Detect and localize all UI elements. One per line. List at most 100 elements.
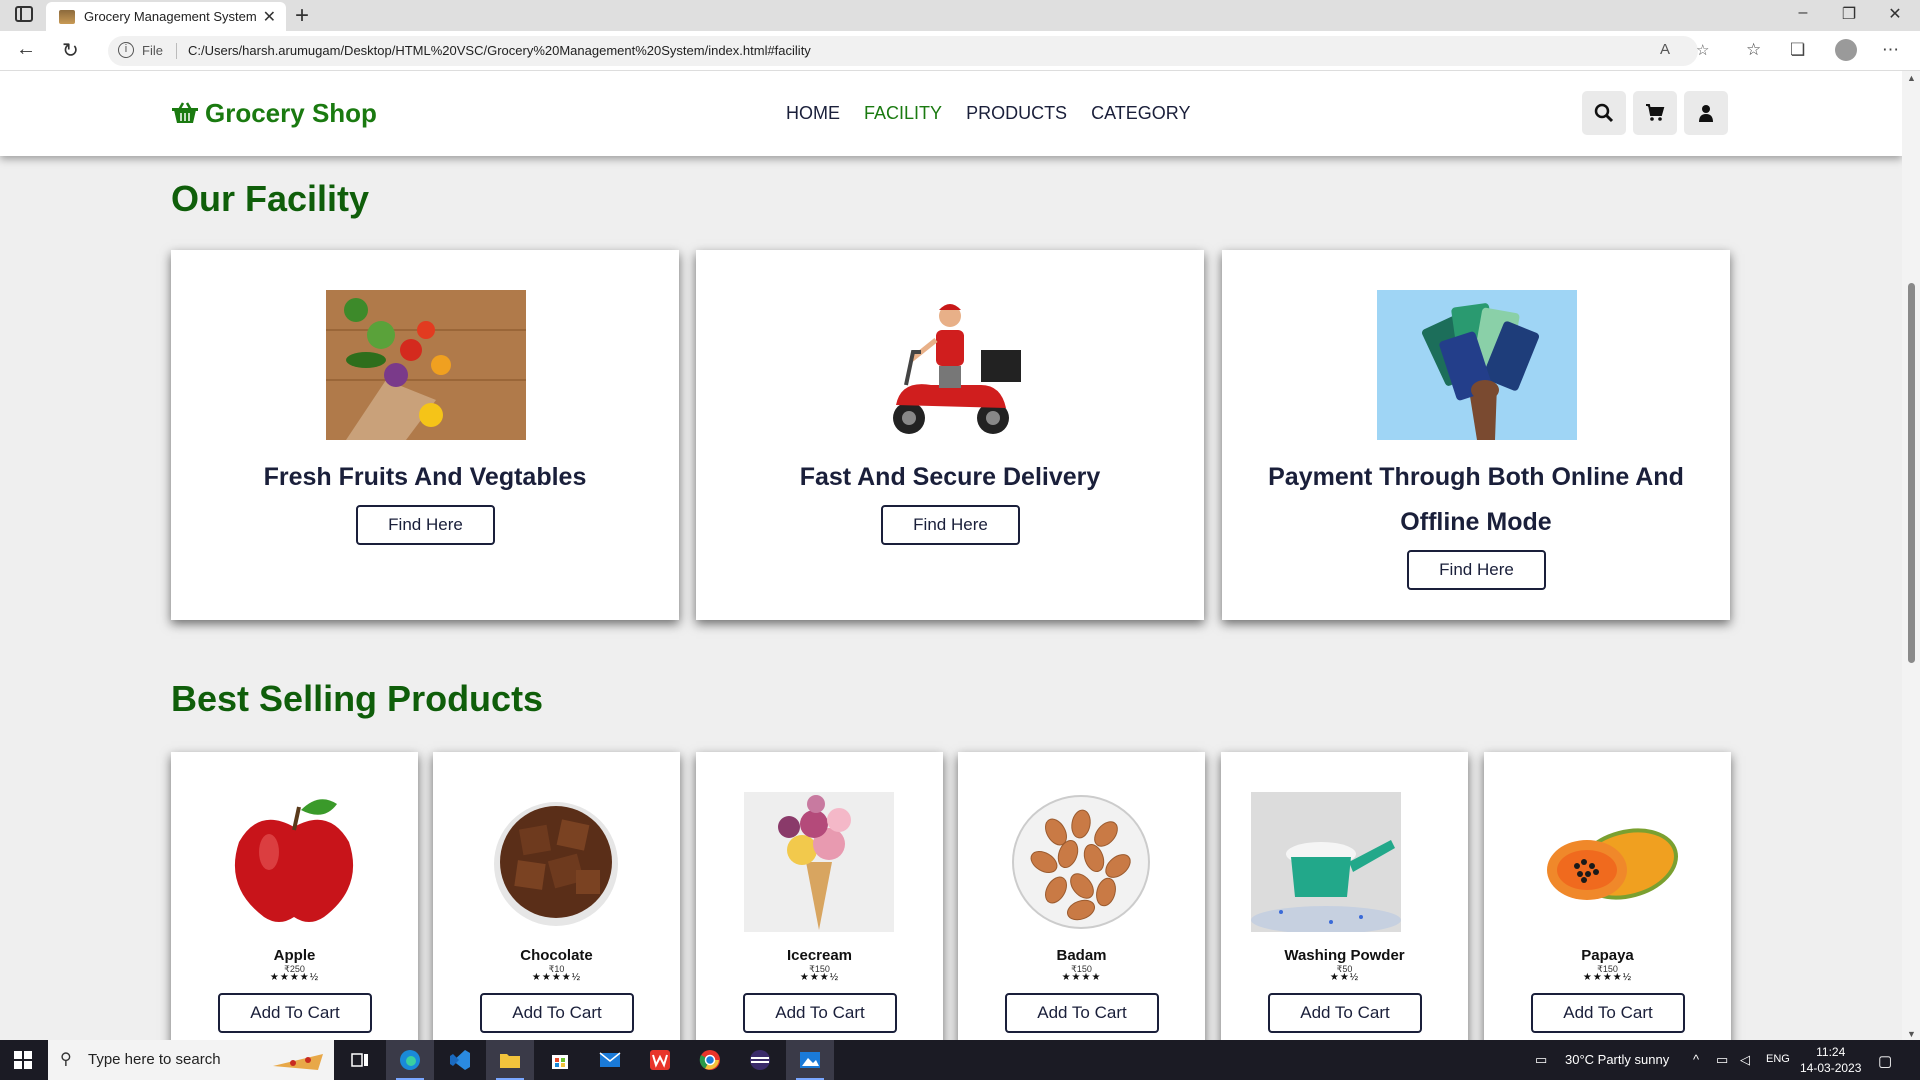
product-card: Papaya ₹150 ★★★★½ Add To Cart bbox=[1484, 752, 1731, 1041]
tab-title: Grocery Management System bbox=[84, 9, 257, 24]
minimize-icon[interactable]: – bbox=[1780, 4, 1826, 22]
window-close-icon[interactable]: ✕ bbox=[1872, 4, 1918, 24]
facility-title: Our Facility bbox=[171, 178, 370, 219]
mail-app-icon[interactable] bbox=[586, 1040, 634, 1080]
store-app-icon[interactable] bbox=[536, 1040, 584, 1080]
windows-start-icon[interactable] bbox=[14, 1051, 32, 1069]
search-button[interactable] bbox=[1582, 91, 1626, 135]
product-name: Washing Powder bbox=[1284, 947, 1405, 964]
tab-close-icon[interactable]: ✕ bbox=[263, 7, 276, 27]
weather-icon[interactable]: ▭ bbox=[1535, 1052, 1547, 1068]
main-nav: HOME FACILITY PRODUCTS CATEGORY bbox=[786, 103, 1209, 124]
site-favicon-icon bbox=[59, 10, 75, 24]
edge-app-icon[interactable] bbox=[386, 1040, 434, 1080]
add-to-cart-button[interactable]: Add To Cart bbox=[743, 993, 897, 1033]
back-icon[interactable]: ← bbox=[16, 38, 36, 61]
rating-stars-icon: ★★★★ bbox=[1061, 972, 1102, 983]
user-button[interactable] bbox=[1684, 91, 1728, 135]
volume-icon[interactable]: ◁ bbox=[1740, 1052, 1750, 1068]
tab-actions-icon[interactable] bbox=[15, 6, 33, 22]
facility-card: Fast And Secure Delivery Find Here bbox=[696, 250, 1204, 620]
apple-image bbox=[234, 799, 354, 922]
info-icon[interactable]: i bbox=[118, 42, 134, 58]
facility-card-title: Payment Through Both Online And Offline … bbox=[1268, 463, 1684, 536]
search-highlight-icon bbox=[273, 1054, 323, 1070]
favorite-star-icon[interactable]: ☆ bbox=[1696, 41, 1709, 59]
rating-stars-icon: ★★★★½ bbox=[269, 972, 320, 983]
fruits-vegetables-image bbox=[326, 290, 526, 440]
clock[interactable]: 11:24 14-03-2023 bbox=[1800, 1044, 1861, 1076]
find-here-button[interactable]: Find Here bbox=[356, 505, 495, 545]
add-to-cart-button[interactable]: Add To Cart bbox=[218, 993, 372, 1033]
notification-center-icon[interactable]: ▢ bbox=[1878, 1052, 1892, 1070]
find-here-button[interactable]: Find Here bbox=[1407, 550, 1546, 590]
eclipse-app-icon[interactable] bbox=[736, 1040, 784, 1080]
facility-card-title: Fast And Secure Delivery bbox=[799, 463, 1101, 491]
refresh-icon[interactable]: ↻ bbox=[62, 38, 79, 63]
chocolate-image bbox=[494, 802, 618, 926]
logo-text: Grocery Shop bbox=[205, 98, 377, 128]
browser-tab[interactable]: Grocery Management System ✕ bbox=[46, 2, 286, 31]
cart-icon bbox=[1646, 104, 1665, 121]
file-explorer-app-icon[interactable] bbox=[486, 1040, 534, 1080]
basket-icon bbox=[172, 102, 198, 123]
show-hidden-icons-icon[interactable]: ^ bbox=[1693, 1052, 1699, 1067]
scrollbar-thumb[interactable] bbox=[1908, 283, 1915, 663]
add-to-cart-button[interactable]: Add To Cart bbox=[1531, 993, 1685, 1033]
papaya-image bbox=[1547, 828, 1679, 900]
search-icon: ⚲ bbox=[60, 1051, 72, 1068]
scroll-down-icon[interactable]: ▼ bbox=[1907, 1029, 1916, 1039]
product-card: Washing Powder ₹50 ★★½ Add To Cart bbox=[1221, 752, 1468, 1041]
product-card: Apple ₹250 ★★★★½ Add To Cart bbox=[171, 752, 418, 1041]
search-icon bbox=[1594, 103, 1614, 123]
site-logo[interactable]: Grocery Shop bbox=[171, 98, 377, 129]
product-name: Apple bbox=[273, 947, 316, 964]
language-indicator[interactable]: ENG bbox=[1766, 1053, 1790, 1065]
new-tab-icon[interactable]: + bbox=[295, 2, 309, 30]
nav-products[interactable]: PRODUCTS bbox=[966, 103, 1067, 123]
find-here-button[interactable]: Find Here bbox=[881, 505, 1020, 545]
product-card: Badam ₹150 ★★★★ Add To Cart bbox=[958, 752, 1205, 1041]
facility-card: Payment Through Both Online And Offline … bbox=[1222, 250, 1730, 620]
taskbar-search-input[interactable]: ⚲ Type here to search bbox=[48, 1040, 334, 1080]
collections-icon[interactable]: ❏ bbox=[1790, 40, 1805, 60]
badam-image bbox=[1012, 795, 1150, 929]
vscode-app-icon[interactable] bbox=[436, 1040, 484, 1080]
address-toolbar: ← ↻ i File C:/Users/harsh.arumugam/Deskt… bbox=[0, 31, 1920, 71]
nav-category[interactable]: CATEGORY bbox=[1091, 103, 1190, 123]
cart-button[interactable] bbox=[1633, 91, 1677, 135]
address-bar[interactable]: i File C:/Users/harsh.arumugam/Desktop/H… bbox=[108, 36, 1709, 66]
product-name: Badam bbox=[1056, 947, 1107, 964]
nav-facility[interactable]: FACILITY bbox=[864, 103, 942, 123]
rating-stars-icon: ★★★½ bbox=[799, 972, 840, 983]
more-menu-icon[interactable]: ⋯ bbox=[1882, 40, 1899, 60]
task-view-icon[interactable] bbox=[336, 1040, 384, 1080]
add-to-cart-button[interactable]: Add To Cart bbox=[480, 993, 634, 1033]
add-to-cart-button[interactable]: Add To Cart bbox=[1005, 993, 1159, 1033]
photos-app-icon[interactable] bbox=[786, 1040, 834, 1080]
network-icon[interactable]: ▭ bbox=[1716, 1052, 1728, 1068]
wps-office-app-icon[interactable] bbox=[636, 1040, 684, 1080]
clock-date: 14-03-2023 bbox=[1800, 1061, 1862, 1075]
search-placeholder: Type here to search bbox=[88, 1051, 221, 1068]
profile-avatar[interactable] bbox=[1835, 39, 1857, 61]
product-card: Chocolate ₹10 ★★★★½ Add To Cart bbox=[433, 752, 680, 1041]
rating-stars-icon: ★★★★½ bbox=[1582, 972, 1633, 983]
washing-powder-image bbox=[1251, 792, 1401, 932]
add-to-cart-button[interactable]: Add To Cart bbox=[1268, 993, 1422, 1033]
restore-icon[interactable]: ❐ bbox=[1826, 4, 1872, 24]
url-text[interactable]: C:/Users/harsh.arumugam/Desktop/HTML%20V… bbox=[188, 43, 811, 58]
site-header: Grocery Shop HOME FACILITY PRODUCTS CATE… bbox=[0, 71, 1902, 156]
scroll-up-icon[interactable]: ▲ bbox=[1907, 73, 1916, 83]
nav-home[interactable]: HOME bbox=[786, 103, 840, 123]
page-scrollbar[interactable]: ▲ ▼ bbox=[1902, 71, 1920, 1041]
facility-card: Fresh Fruits And Vegtables Find Here bbox=[171, 250, 679, 620]
user-icon bbox=[1699, 105, 1713, 122]
favorites-icon[interactable]: ☆ bbox=[1746, 40, 1761, 60]
chrome-app-icon[interactable] bbox=[686, 1040, 734, 1080]
product-card: Icecream ₹150 ★★★½ Add To Cart bbox=[696, 752, 943, 1041]
products-title: Best Selling Products bbox=[171, 678, 544, 719]
weather-text[interactable]: 30°C Partly sunny bbox=[1565, 1052, 1669, 1067]
rating-stars-icon: ★★½ bbox=[1329, 972, 1360, 983]
read-aloud-icon[interactable]: A bbox=[1660, 41, 1670, 58]
